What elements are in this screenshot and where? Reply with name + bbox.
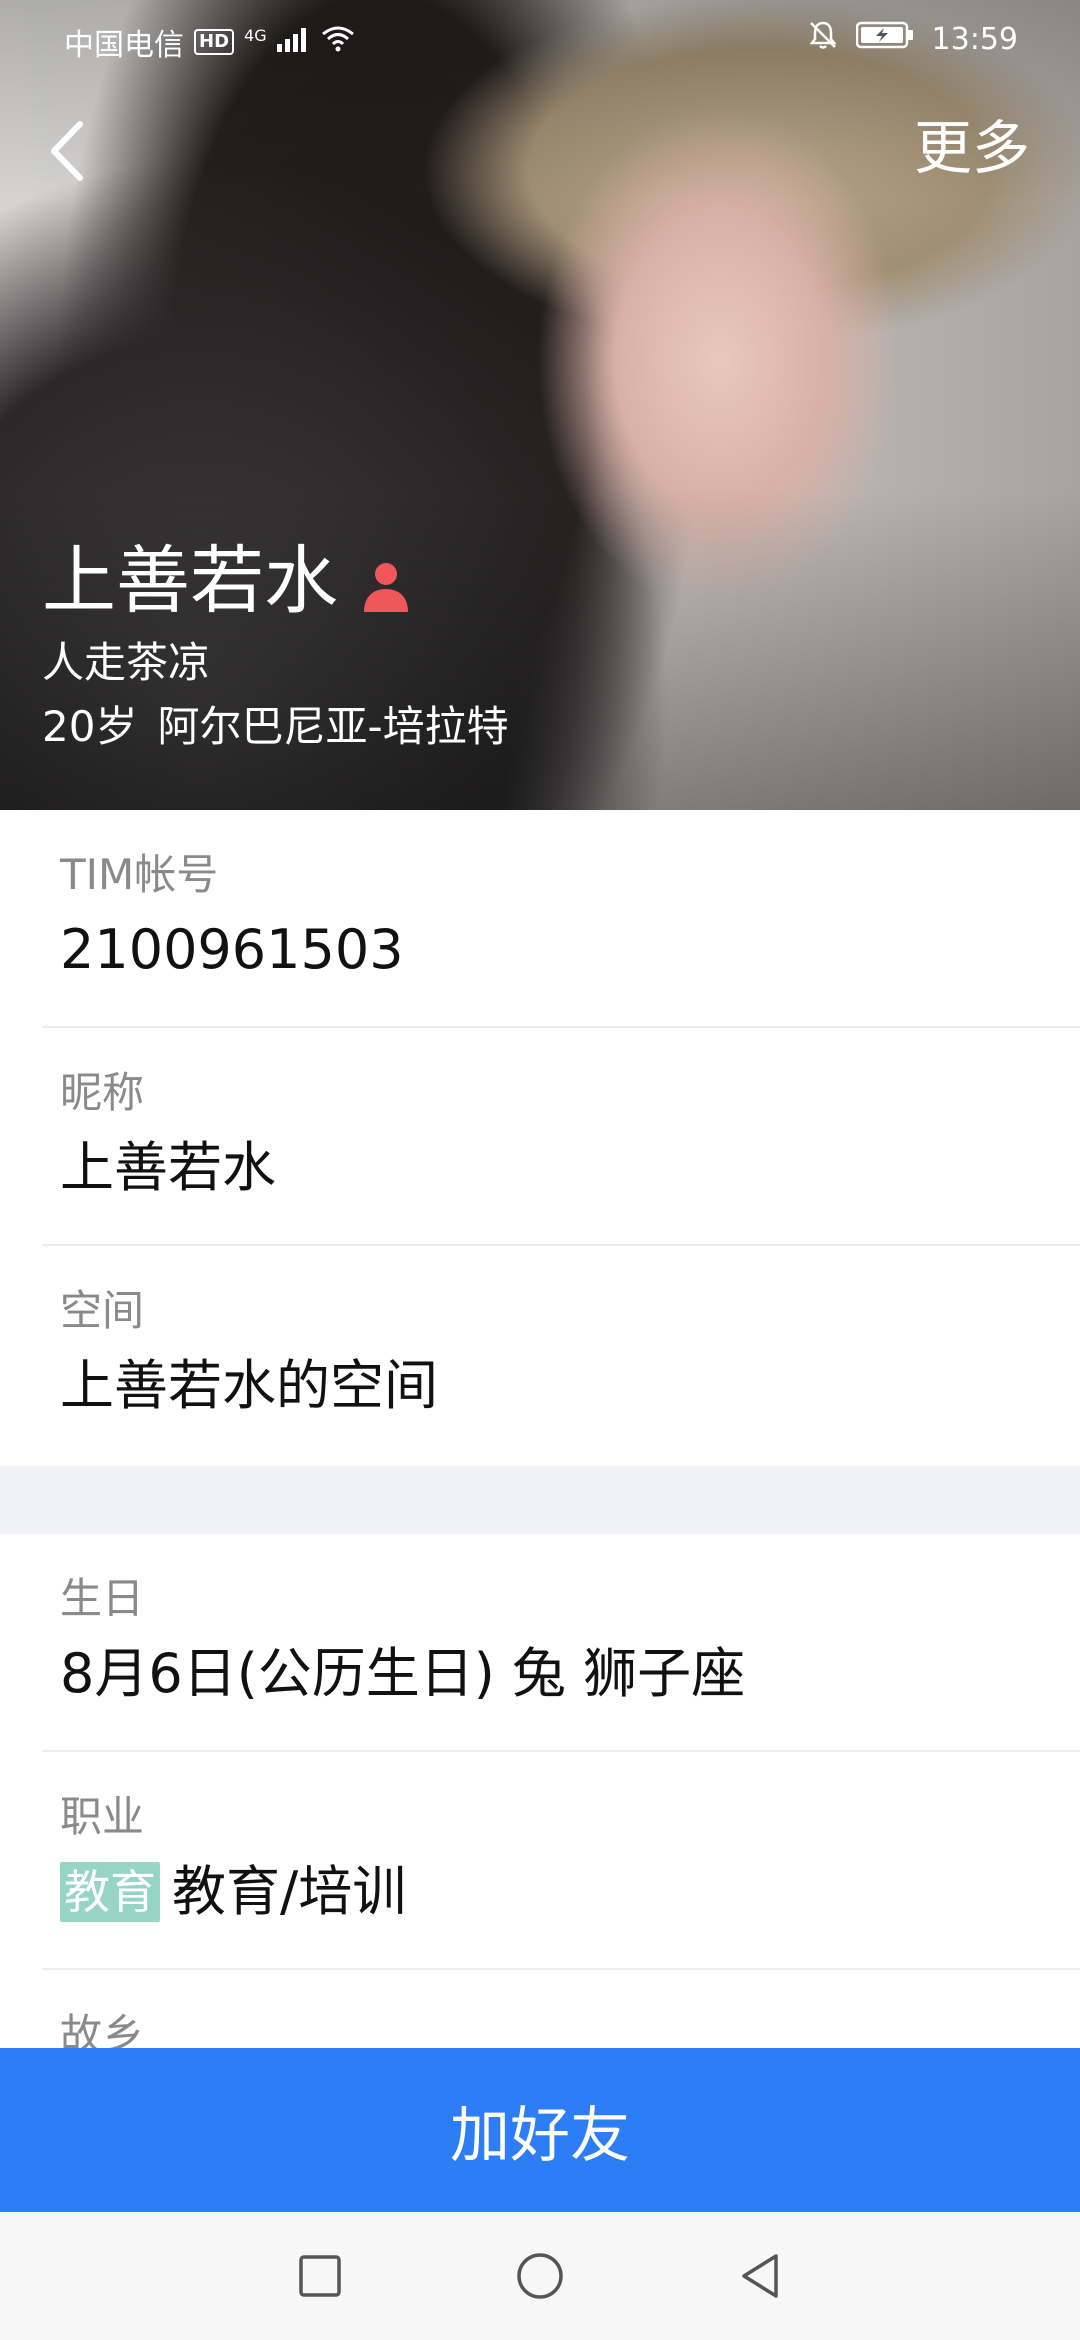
- job-row[interactable]: 职业 教育 教育/培训: [0, 1752, 1080, 1970]
- profile-signature: 人走茶凉: [42, 638, 211, 687]
- hometown-label: 故乡: [60, 2010, 145, 2048]
- recents-button[interactable]: [290, 2246, 350, 2306]
- back-nav-button[interactable]: [730, 2246, 790, 2306]
- birthday-value: 8月6日(公历生日) 兔 狮子座: [60, 1642, 746, 1705]
- circle-icon: [517, 2253, 563, 2299]
- signal-icon: [276, 25, 311, 60]
- chevron-left-icon: [51, 121, 83, 181]
- status-right: 13:59: [808, 20, 1018, 58]
- account-info-section: TIM帐号 2100961503 昵称 上善若水 空间 上善若水的空间: [0, 810, 1080, 1466]
- section-separator: [0, 1466, 1080, 1534]
- hometown-row[interactable]: 故乡: [0, 1970, 1080, 2048]
- back-button[interactable]: [36, 118, 96, 184]
- nickname-value: 上善若水: [60, 1136, 276, 1199]
- account-label: TIM帐号: [60, 850, 219, 899]
- more-button[interactable]: 更多: [914, 112, 1030, 184]
- profile-age-location: 20岁 阿尔巴尼亚-培拉特: [42, 700, 509, 754]
- clock-time: 13:59: [931, 21, 1018, 57]
- profile-location: 阿尔巴尼亚-培拉特: [157, 702, 509, 751]
- person-icon: [358, 558, 414, 614]
- system-nav-bar: [0, 2212, 1080, 2340]
- space-label: 空间: [60, 1286, 145, 1335]
- space-row[interactable]: 空间 上善若水的空间: [0, 1246, 1080, 1464]
- job-value-group: 教育 教育/培训: [60, 1856, 406, 1928]
- account-row[interactable]: TIM帐号 2100961503: [0, 810, 1080, 1028]
- job-value: 教育/培训: [172, 1860, 407, 1923]
- square-icon: [299, 2255, 341, 2297]
- hd-badge: HD: [194, 29, 235, 55]
- job-badge: 教育: [60, 1862, 160, 1922]
- status-bar: 中国电信 HD 4G 13:59: [0, 0, 1080, 76]
- home-button[interactable]: [510, 2246, 570, 2306]
- bell-off-icon: [808, 20, 838, 58]
- profile-name: 上善若水: [42, 538, 338, 624]
- status-left: 中国电信 HD 4G: [64, 20, 355, 64]
- add-friend-button[interactable]: 加好友: [0, 2048, 1080, 2212]
- nickname-row[interactable]: 昵称 上善若水: [0, 1028, 1080, 1246]
- profile-name-row: 上善若水: [42, 536, 414, 626]
- profile-age: 20岁: [42, 702, 138, 751]
- network-type: 4G: [244, 25, 267, 45]
- triangle-back-icon: [742, 2254, 778, 2298]
- job-label: 职业: [60, 1792, 145, 1841]
- carrier-name: 中国电信: [64, 28, 184, 63]
- nickname-label: 昵称: [60, 1068, 145, 1117]
- account-value: 2100961503: [60, 918, 404, 981]
- battery-charging-icon: [855, 21, 914, 57]
- birthday-label: 生日: [60, 1574, 145, 1623]
- space-value: 上善若水的空间: [60, 1354, 438, 1417]
- birthday-row[interactable]: 生日 8月6日(公历生日) 兔 狮子座: [0, 1534, 1080, 1752]
- personal-info-section: 生日 8月6日(公历生日) 兔 狮子座 职业 教育 教育/培训 故乡: [0, 1534, 1080, 2048]
- wifi-icon: [321, 24, 355, 60]
